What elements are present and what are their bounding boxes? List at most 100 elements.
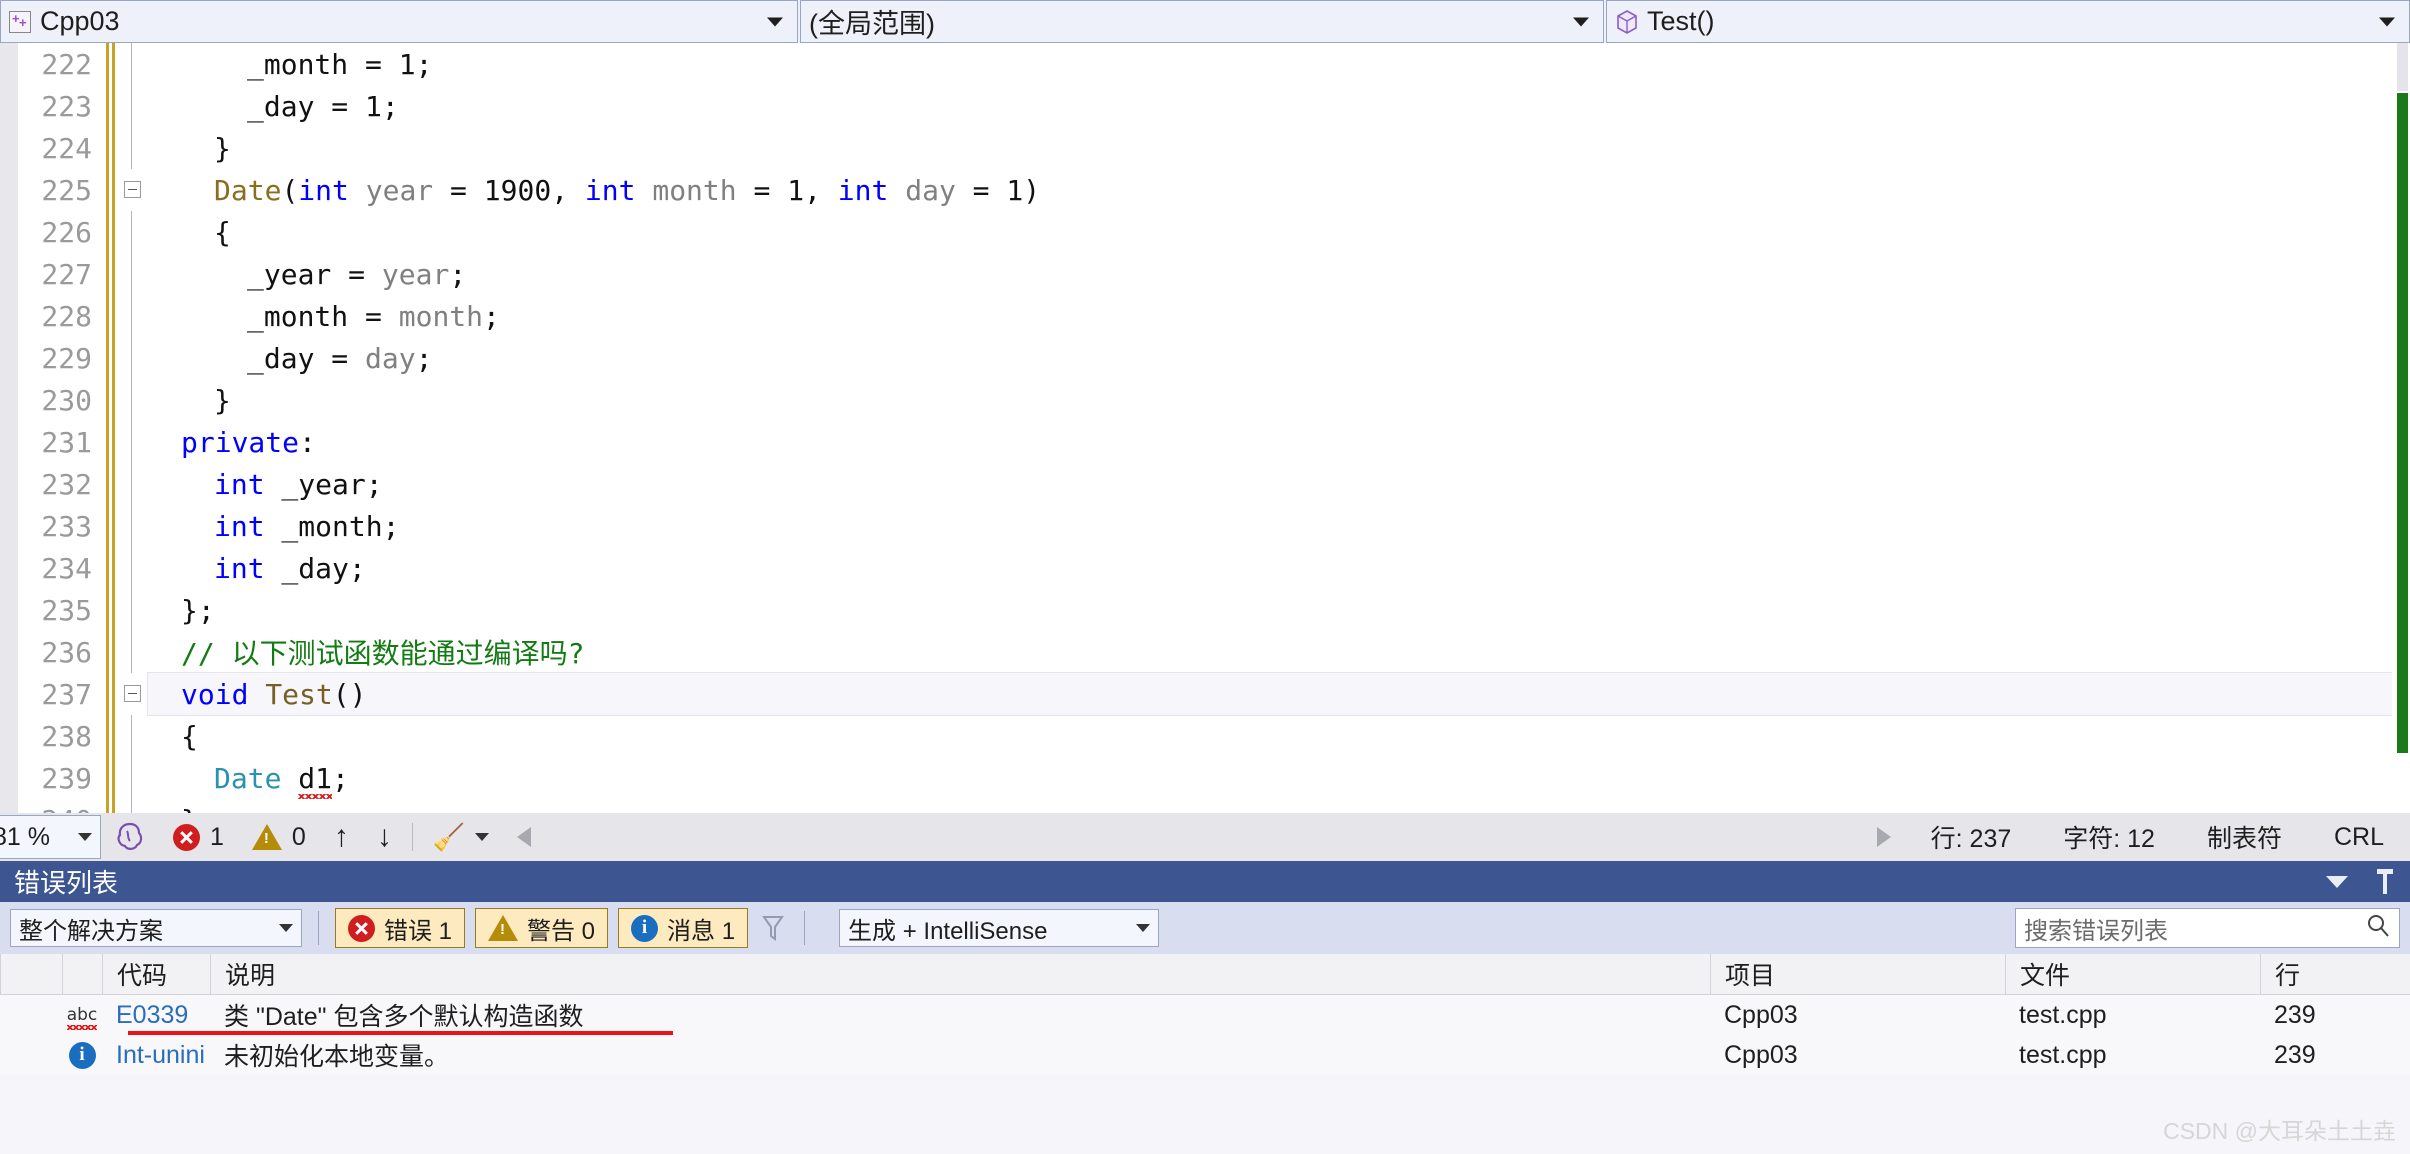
outlining-margin[interactable] <box>118 379 148 421</box>
code-lines-container[interactable]: 222 _month = 1; 223 _day = 1; 224} 225 Date(in… <box>0 43 2410 813</box>
search-input[interactable]: 搜索错误列表 <box>2015 908 2400 948</box>
cell-code[interactable]: E0339 <box>102 995 210 1035</box>
panel-menu-icon[interactable] <box>2326 875 2348 888</box>
code-line[interactable]: 233 int _month; <box>0 505 2410 547</box>
pin-icon[interactable] <box>2374 868 2396 895</box>
column-header-project[interactable]: 项目 <box>1710 953 2005 995</box>
code-line[interactable]: 227 _year = year; <box>0 253 2410 295</box>
code-line[interactable]: 237 void Test() <box>0 672 2410 716</box>
code-line[interactable]: 223 _day = 1; <box>0 85 2410 127</box>
cell-code[interactable]: Int-unini <box>102 1035 210 1075</box>
outlining-margin[interactable] <box>118 715 148 757</box>
chevron-down-icon[interactable] <box>78 833 92 841</box>
outlining-margin[interactable] <box>118 211 148 253</box>
code-text[interactable]: private: <box>148 421 2410 463</box>
collapse-icon[interactable] <box>124 181 141 198</box>
code-text[interactable]: _day = 1; <box>148 85 2410 127</box>
outlining-margin[interactable] <box>118 85 148 127</box>
code-line[interactable]: 232 int _year; <box>0 463 2410 505</box>
code-line[interactable]: 240} <box>0 799 2410 813</box>
code-line[interactable]: 230} <box>0 379 2410 421</box>
outlining-margin[interactable] <box>118 631 148 673</box>
row-selector[interactable] <box>0 995 62 1035</box>
code-text[interactable]: int _day; <box>148 547 2410 589</box>
scope-filter-combo[interactable]: 整个解决方案 <box>10 909 302 947</box>
code-line[interactable]: 235}; <box>0 589 2410 631</box>
chevron-down-icon[interactable] <box>767 17 783 26</box>
outlining-margin[interactable] <box>118 337 148 379</box>
outlining-margin[interactable] <box>118 463 148 505</box>
code-line[interactable]: 236 // 以下测试函数能通过编译吗? <box>0 631 2410 673</box>
code-text[interactable]: _month = 1; <box>148 43 2410 85</box>
outlining-margin[interactable] <box>118 253 148 295</box>
outlining-margin[interactable] <box>118 673 148 715</box>
table-row[interactable]: abc E0339 类 "Date" 包含多个默认构造函数 Cpp03 test.cpp… <box>0 995 2410 1036</box>
code-text[interactable]: _day = day; <box>148 337 2410 379</box>
code-editor[interactable]: 222 _month = 1; 223 _day = 1; 224} 225 Date(in… <box>0 43 2410 813</box>
code-line[interactable]: 231 private: <box>0 421 2410 463</box>
column-header-line[interactable]: 行 <box>2260 953 2410 995</box>
column-header-code[interactable]: 代码 <box>102 953 210 995</box>
collapse-icon[interactable] <box>124 685 141 702</box>
code-line[interactable]: 229 _day = day; <box>0 337 2410 379</box>
zoom-level-combo[interactable]: 81 % <box>0 815 101 859</box>
outlining-margin[interactable] <box>118 547 148 589</box>
table-row[interactable]: i Int-unini 未初始化本地变量。 Cpp03 test.cpp 239 <box>0 1035 2410 1075</box>
scroll-left-button[interactable] <box>503 813 545 861</box>
chevron-down-icon[interactable] <box>1136 924 1151 932</box>
scrollbar-marker-margin[interactable] <box>2392 43 2410 813</box>
outlining-margin[interactable] <box>118 127 148 169</box>
chevron-down-icon[interactable] <box>475 833 490 841</box>
code-text[interactable]: }; <box>148 589 2410 631</box>
code-text[interactable]: int _year; <box>148 463 2410 505</box>
chevron-down-icon[interactable] <box>279 924 293 932</box>
code-text[interactable]: Date d1; <box>148 757 2410 799</box>
warning-count-indicator[interactable]: 0 <box>238 813 320 861</box>
error-count-indicator[interactable]: 1 <box>159 813 238 861</box>
code-line[interactable]: 222 _month = 1; <box>0 43 2410 85</box>
code-text[interactable]: } <box>148 799 2410 814</box>
code-text[interactable]: int _month; <box>148 505 2410 547</box>
scope-combo[interactable]: (全局范围) <box>800 0 1604 43</box>
code-text[interactable]: } <box>148 127 2410 169</box>
row-selector[interactable] <box>0 1035 62 1075</box>
quick-actions-button[interactable]: 🧹 <box>419 813 503 861</box>
previous-issue-button[interactable]: ↑ <box>320 813 363 861</box>
scrollbar-thumb[interactable] <box>2397 43 2408 91</box>
code-text[interactable]: } <box>148 379 2410 421</box>
column-header-description[interactable]: 说明 <box>210 953 1710 995</box>
code-text[interactable]: Date(int year = 1900, int month = 1, int… <box>148 169 2410 211</box>
code-line[interactable]: 228 _month = month; <box>0 295 2410 337</box>
next-issue-button[interactable]: ↓ <box>363 813 406 861</box>
errors-filter-button[interactable]: 错误 1 <box>335 908 466 948</box>
outlining-margin[interactable] <box>118 799 148 813</box>
build-filter-combo[interactable]: 生成 + IntelliSense <box>839 909 1160 947</box>
outlining-margin[interactable] <box>118 505 148 547</box>
outlining-margin[interactable] <box>118 421 148 463</box>
code-line[interactable]: 239 Date d1; <box>0 757 2410 799</box>
warnings-filter-button[interactable]: 警告 0 <box>475 908 609 948</box>
chevron-down-icon[interactable] <box>2379 17 2395 26</box>
filter-icon[interactable] <box>758 912 788 944</box>
column-header-icon[interactable] <box>62 953 102 995</box>
column-header-select[interactable] <box>0 953 62 995</box>
code-text[interactable]: { <box>148 715 2410 757</box>
messages-filter-button[interactable]: i 消息 1 <box>618 908 749 948</box>
outlining-margin[interactable] <box>118 757 148 799</box>
member-combo[interactable]: Test() <box>1606 0 2410 43</box>
code-text[interactable]: _month = month; <box>148 295 2410 337</box>
code-line[interactable]: 226 { <box>0 211 2410 253</box>
search-icon[interactable] <box>2365 912 2391 945</box>
chevron-down-icon[interactable] <box>1573 17 1589 26</box>
scroll-right-button[interactable] <box>1863 813 1905 861</box>
project-combo[interactable]: Cpp03 <box>0 0 798 43</box>
code-text[interactable]: { <box>148 211 2410 253</box>
code-line[interactable]: 234 int _day; <box>0 547 2410 589</box>
code-text[interactable]: // 以下测试函数能通过编译吗? <box>148 631 2410 673</box>
column-header-file[interactable]: 文件 <box>2005 953 2260 995</box>
code-line[interactable]: 225 Date(int year = 1900, int month = 1, … <box>0 169 2410 211</box>
intellisense-status-icon[interactable] <box>101 813 159 861</box>
outlining-margin[interactable] <box>118 295 148 337</box>
outlining-margin[interactable] <box>118 43 148 85</box>
outlining-margin[interactable] <box>118 589 148 631</box>
